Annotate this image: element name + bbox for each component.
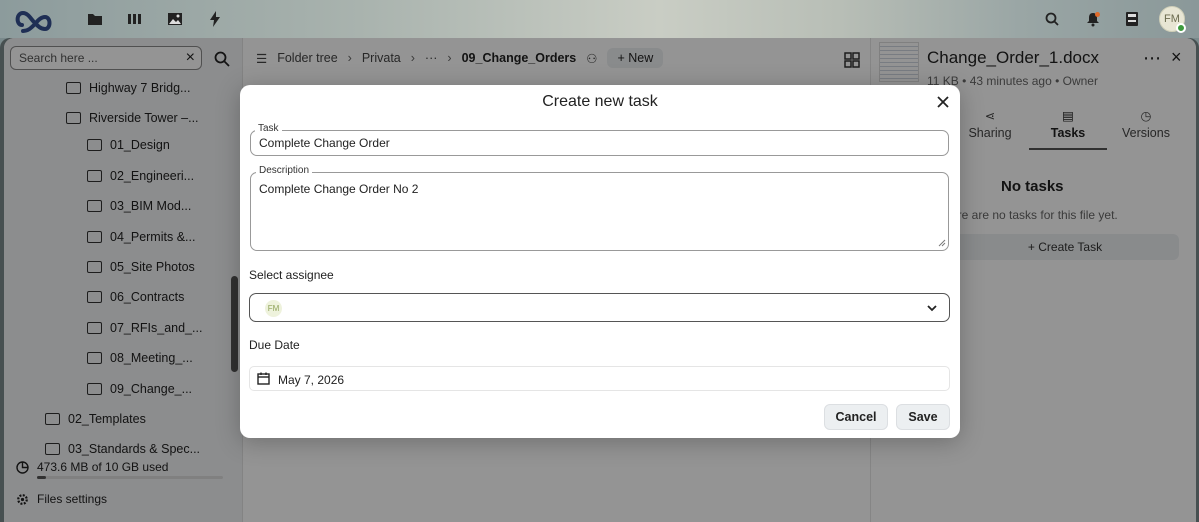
assignee-avatar: FM (265, 300, 282, 317)
create-task-dialog: Create new task Task Complete Change Ord… (240, 85, 960, 438)
app-logo[interactable] (14, 5, 54, 33)
photos-icon[interactable] (165, 9, 185, 29)
contacts-icon[interactable] (1122, 9, 1142, 29)
notifications-icon[interactable] (1083, 9, 1103, 29)
calendar-icon (257, 372, 270, 385)
top-bar: FM (0, 0, 1199, 38)
activity-icon[interactable] (205, 9, 225, 29)
due-date-label: Due Date (249, 338, 300, 352)
close-icon[interactable] (934, 93, 952, 111)
assignee-label: Select assignee (249, 268, 334, 282)
due-date-field[interactable]: May 7, 2026 (249, 366, 950, 391)
dialog-title: Create new task (542, 93, 658, 110)
search-icon[interactable] (1042, 9, 1062, 29)
due-date-value: May 7, 2026 (278, 373, 345, 387)
online-status-dot (1176, 23, 1186, 33)
description-label: Description (256, 165, 313, 176)
cancel-button[interactable]: Cancel (824, 404, 888, 430)
task-label: Task (255, 123, 282, 134)
chevron-down-icon[interactable] (926, 302, 938, 314)
files-icon[interactable] (85, 9, 105, 29)
user-avatar[interactable]: FM (1159, 6, 1186, 33)
resize-handle-icon[interactable] (938, 239, 946, 247)
save-button[interactable]: Save (896, 404, 950, 430)
task-input[interactable] (250, 130, 949, 156)
apps-icon[interactable] (125, 9, 145, 29)
description-textarea[interactable]: Complete Change Order No 2 (250, 172, 949, 251)
assignee-select[interactable]: FM (249, 293, 950, 322)
